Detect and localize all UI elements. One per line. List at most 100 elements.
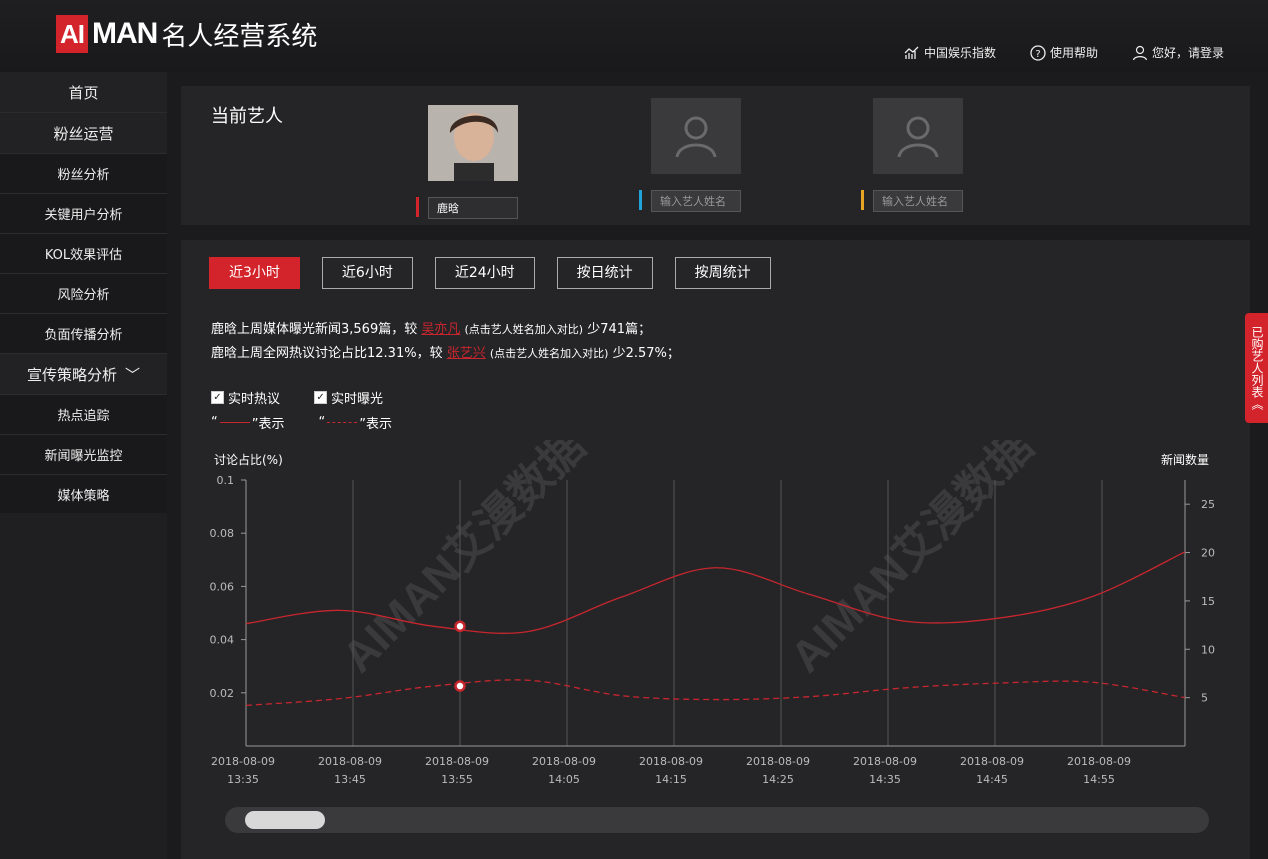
- logo-man: MAN: [92, 17, 158, 50]
- sidebar-item-home[interactable]: 首页: [0, 72, 167, 113]
- x-tick-time: 14:25: [762, 773, 794, 786]
- sidebar-item-risk[interactable]: 风险分析: [0, 274, 167, 314]
- artist-slot-2[interactable]: 输入艺人姓名: [639, 98, 743, 212]
- avatar-placeholder[interactable]: [651, 98, 741, 174]
- y-right-tick: 10: [1201, 643, 1215, 656]
- chevron-down-icon: ﹀: [125, 365, 141, 384]
- x-tick-time: 13:35: [227, 773, 259, 786]
- x-tick-date: 2018-08-09: [532, 755, 596, 768]
- legend-open-quote: “: [318, 415, 326, 430]
- sidebar-item-label: 风险分析: [57, 288, 110, 303]
- svg-text:?: ?: [1035, 49, 1040, 60]
- x-tick-date: 2018-08-09: [639, 755, 703, 768]
- artist-slot-1[interactable]: 鹿晗: [416, 105, 520, 219]
- right-axis-title: 新闻数量: [1161, 452, 1209, 467]
- x-tick-date: 2018-08-09: [211, 755, 275, 768]
- series-toggles: ✓ 实时热议 ✓ 实时曝光 “ ”表示 “ ”表示: [211, 388, 392, 432]
- tab-6h[interactable]: 近6小时: [321, 257, 413, 289]
- sidebar-item-label: 媒体策略: [57, 489, 110, 504]
- help-icon: ?: [1030, 44, 1046, 61]
- tab-weekly[interactable]: 按周统计: [674, 257, 771, 289]
- scrollbar-thumb[interactable]: [245, 811, 325, 829]
- summary-text-part: 少2.57%；: [612, 346, 680, 361]
- compare-artist-link[interactable]: 张艺兴: [447, 346, 486, 361]
- sidebar-item-label: 新闻曝光监控: [44, 449, 123, 464]
- avatar-placeholder[interactable]: [873, 98, 963, 174]
- sidebar-item-fan-analysis[interactable]: 粉丝分析: [0, 154, 167, 194]
- artist-photo[interactable]: [428, 105, 518, 181]
- sidebar-filler: [0, 513, 167, 859]
- top-links: 中国娱乐指数 ? 使用帮助 您好，请登录: [904, 44, 1224, 61]
- legend-text: ”表示: [359, 417, 392, 432]
- ent-index-link[interactable]: 中国娱乐指数: [904, 44, 996, 61]
- y-right-tick: 5: [1201, 692, 1208, 705]
- help-label: 使用帮助: [1049, 46, 1098, 60]
- sidebar-item-media[interactable]: 媒体策略: [0, 475, 167, 515]
- checkbox-checked-icon: ✓: [211, 391, 224, 404]
- logo-ai: AI: [56, 15, 88, 53]
- y-left-tick: 0.08: [210, 527, 235, 540]
- artist-color-bar: [416, 197, 419, 217]
- y-right-tick: 15: [1201, 595, 1215, 608]
- help-link[interactable]: ? 使用帮助: [1030, 44, 1098, 61]
- left-axis-title: 讨论占比(%): [214, 452, 283, 467]
- x-tick-date: 2018-08-09: [746, 755, 810, 768]
- tab-24h[interactable]: 近24小时: [434, 257, 535, 289]
- tab-3h[interactable]: 近3小时: [209, 257, 300, 289]
- top-header: AI MAN 名人经营系统 中国娱乐指数 ? 使用帮助 您好，请登录: [0, 0, 1268, 72]
- y-left-tick: 0.02: [210, 687, 235, 700]
- legend-open-quote: “: [211, 415, 218, 430]
- sidebar-item-negative[interactable]: 负面传播分析: [0, 314, 167, 354]
- series-line-exposure: [245, 679, 1186, 707]
- x-tick-time: 13:45: [334, 773, 366, 786]
- toggle-discussion[interactable]: ✓ 实时热议: [211, 388, 280, 407]
- x-tick-time: 14:45: [976, 773, 1008, 786]
- watermark-text: AIMAN艾漫数据: [781, 440, 1042, 682]
- sidebar-item-key-users[interactable]: 关键用户分析: [0, 194, 167, 234]
- current-artists-panel: 当前艺人 鹿晗 输入艺人姓名 输入艺人姓名: [181, 86, 1250, 225]
- user-icon: [897, 116, 939, 158]
- trend-chart[interactable]: AIMAN艾漫数据 AIMAN艾漫数据 讨论占比(%) 新闻数量 2018-08-09 1…: [181, 440, 1250, 800]
- sidebar-item-label: 关键用户分析: [44, 208, 123, 223]
- sidebar-item-label: 负面传播分析: [44, 328, 123, 343]
- sidebar-item-label: 粉丝分析: [57, 168, 110, 183]
- x-tick-date: 2018-08-09: [318, 755, 382, 768]
- sidebar-item-news-monitor[interactable]: 新闻曝光监控: [0, 435, 167, 475]
- sidebar-item-strategy[interactable]: 宣传策略分析 ﹀: [0, 354, 167, 395]
- x-tick-date: 2018-08-09: [1067, 755, 1131, 768]
- y-left-tick: 0.06: [210, 580, 235, 593]
- chart-icon: [904, 46, 919, 59]
- tab-daily[interactable]: 按日统计: [556, 257, 653, 289]
- artist-color-bar: [639, 190, 642, 210]
- login-label: 您好，请登录: [1151, 46, 1224, 60]
- login-link[interactable]: 您好，请登录: [1132, 44, 1224, 61]
- y-right-tick: 20: [1201, 547, 1215, 560]
- sidebar: 首页 粉丝运营 粉丝分析 关键用户分析 KOL效果评估 风险分析 负面传播分析 …: [0, 72, 167, 515]
- artist-name-field[interactable]: 鹿晗: [428, 197, 518, 219]
- user-icon: [675, 116, 717, 158]
- legend-solid-line: [219, 422, 250, 423]
- legend-text: ”表示: [251, 417, 285, 432]
- toggle-exposure[interactable]: ✓ 实时曝光: [314, 388, 383, 407]
- compare-artist-link[interactable]: 吴亦凡: [421, 322, 460, 337]
- artist-color-bar: [861, 190, 864, 210]
- logo[interactable]: AI MAN 名人经营系统: [56, 14, 317, 54]
- chart-zoom-scrollbar[interactable]: [225, 807, 1209, 833]
- sidebar-item-label: 热点追踪: [57, 409, 110, 424]
- sidebar-item-kol[interactable]: KOL效果评估: [0, 234, 167, 274]
- artist-slot-3[interactable]: 输入艺人姓名: [861, 98, 965, 212]
- legend-solid: “ ”表示: [211, 413, 285, 432]
- sidebar-item-label: KOL效果评估: [44, 248, 123, 263]
- time-range-tabs: 近3小时 近6小时 近24小时 按日统计 按周统计: [209, 257, 771, 289]
- purchased-artists-tab[interactable]: 已购艺人列表《: [1245, 313, 1268, 423]
- artist-photo-graphic: [428, 105, 518, 181]
- summary-text-part: 少741篇；: [587, 322, 652, 337]
- artist-name-input[interactable]: 输入艺人姓名: [873, 190, 963, 212]
- summary-line-2: 鹿晗上周全网热议讨论占比12.31%，较 张艺兴 (点击艺人姓名加入对比) 少2…: [211, 342, 680, 366]
- x-tick-date: 2018-08-09: [960, 755, 1024, 768]
- summary-text-part: 鹿晗上周媒体曝光新闻3,569篇，较: [211, 322, 418, 337]
- artist-name-input[interactable]: 输入艺人姓名: [651, 190, 741, 212]
- sidebar-item-fan-ops[interactable]: 粉丝运营: [0, 113, 167, 154]
- sidebar-item-hotspot[interactable]: 热点追踪: [0, 395, 167, 435]
- y-left-tick: 0.1: [217, 474, 235, 487]
